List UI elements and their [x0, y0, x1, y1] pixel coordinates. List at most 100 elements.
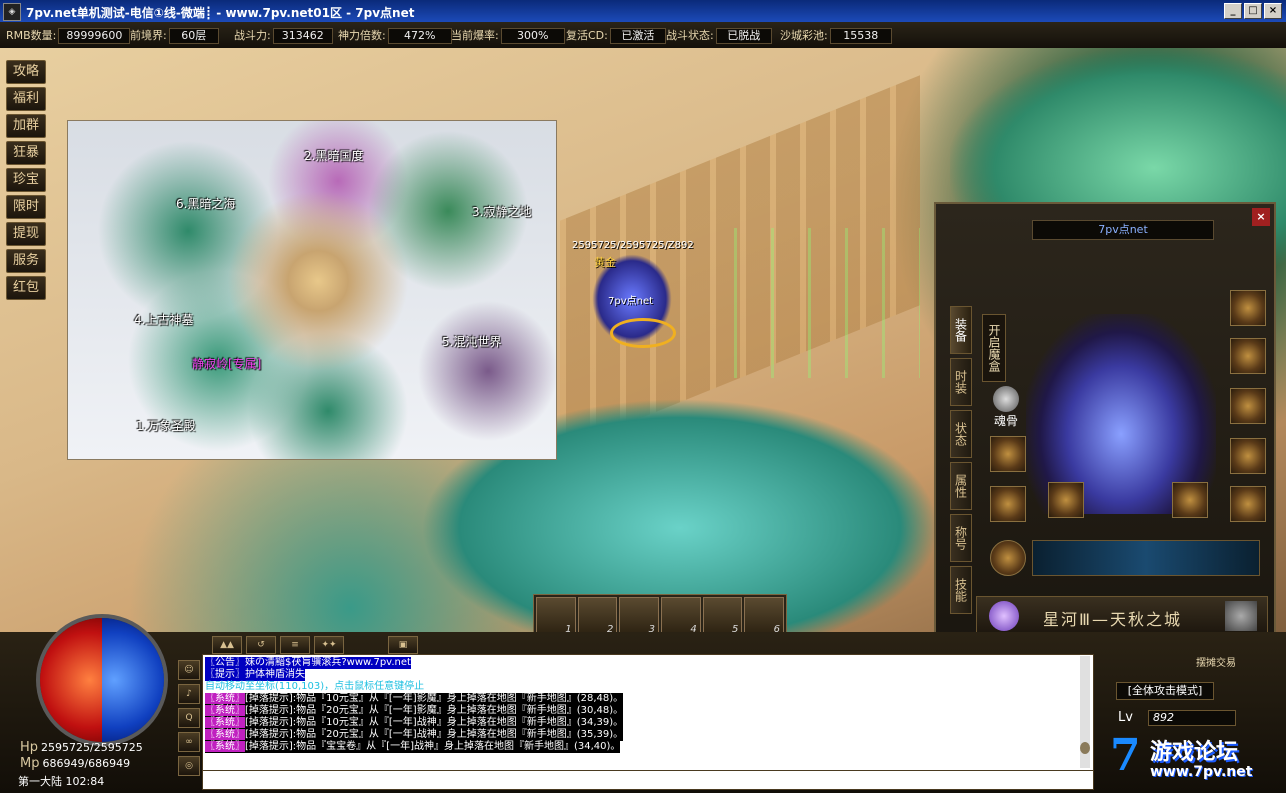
map-label-chaos-world[interactable]: 5.混沌世界 — [442, 333, 501, 350]
hero-hp-text: 2595725/2595725/Z892 — [572, 240, 694, 251]
chat-log[interactable]: 〖公告〗妹の清黯$茯肓骥滚兵?www.7pv.net 〖提示〗护体神盾消失 自动… — [202, 654, 1094, 772]
chat-scroll-thumb[interactable] — [1080, 742, 1090, 754]
target-icon[interactable]: ◎ — [178, 756, 200, 776]
side-guide-button[interactable]: 攻略 — [6, 60, 46, 84]
chat-input[interactable] — [202, 770, 1094, 790]
tab-attributes[interactable]: 属性 — [950, 462, 972, 510]
brand-seven: 7 — [1110, 730, 1141, 781]
chat-tab-refresh[interactable]: ↺ — [246, 636, 276, 654]
equip-slot-necklace[interactable] — [1230, 388, 1266, 424]
side-treasure-button[interactable]: 珍宝 — [6, 168, 46, 192]
side-withdraw-button[interactable]: 提现 — [6, 222, 46, 246]
orb-icon[interactable] — [989, 601, 1019, 631]
chat-line-move: 自动移动至坐标(110,103)，点击鼠标任意键停止 — [205, 681, 425, 692]
stat-combat-state: 战斗状态: 已脱战 — [666, 27, 772, 44]
side-service-button[interactable]: 服务 — [6, 249, 46, 273]
chest-icon[interactable] — [1225, 601, 1257, 631]
window-title: 7pv.net单机测试-电信①线-微端┋ - www.7pv.net01区 - … — [26, 6, 415, 20]
maximize-button[interactable]: □ — [1244, 3, 1262, 19]
side-welfare-button[interactable]: 福利 — [6, 87, 46, 111]
tab-titles[interactable]: 称号 — [950, 514, 972, 562]
equip-slot-boots[interactable] — [1172, 482, 1208, 518]
weapon-display[interactable] — [1032, 540, 1260, 576]
equip-slot-gem[interactable] — [990, 540, 1026, 576]
chat-line-system: 〖系统〗[掉落提示]:物品『10元宝』从『[一年]战神』身上掉落在地图『新手地图… — [205, 717, 624, 729]
chat-tab-group[interactable]: ✦✦ — [314, 636, 344, 654]
equip-slot-helmet[interactable] — [1230, 338, 1266, 374]
side-limited-button[interactable]: 限时 — [6, 195, 46, 219]
map-label-exclusive-ridge[interactable]: 静寂岭[专属] — [192, 355, 261, 372]
hotbar-slot[interactable]: 1 — [536, 597, 576, 637]
chat-tab-menu[interactable]: ≡ — [280, 636, 310, 654]
tab-equipment[interactable]: 装备 — [950, 306, 972, 354]
hotbar-slot[interactable]: 2 — [577, 597, 618, 637]
side-berserk-button[interactable]: 狂暴 — [6, 141, 46, 165]
chat-scrollbar[interactable] — [1080, 656, 1090, 768]
chat-line-notice: 〖公告〗妹の清黯$茯肓骥滚兵?www.7pv.net — [205, 657, 411, 669]
game-icon: ◈ — [3, 3, 21, 21]
stat-revive-cd: 复活CD: 已激活 — [566, 27, 666, 44]
mp-readout: Mp 686949/686949 — [20, 756, 131, 771]
map-label-ancient-tomb[interactable]: 4.上古神墓 — [134, 311, 193, 328]
window-titlebar: ◈ 7pv.net单机测试-电信①线-微端┋ - www.7pv.net01区 … — [0, 0, 1286, 22]
emote-icon[interactable]: ☺ — [178, 660, 200, 680]
equip-slot-belt[interactable] — [1048, 482, 1084, 518]
chat-line-system: 〖系统〗[掉落提示]:物品『20元宝』从『[一年]影魔』身上掉落在地图『新手地图… — [205, 705, 624, 717]
hp-readout: Hp 2595725/2595725 — [20, 740, 143, 755]
minimize-button[interactable]: _ — [1224, 3, 1242, 19]
stat-realm: 前境界: 60层 — [130, 27, 219, 44]
stat-drop-rate: 当前爆率: 300% — [451, 27, 565, 44]
brand-url: www.7pv.net — [1150, 764, 1253, 780]
stall-trade-button[interactable]: 摆摊交易 — [1196, 654, 1236, 669]
tab-skills[interactable]: 技能 — [950, 566, 972, 614]
location-readout: 第一大陆 102:84 — [18, 775, 105, 788]
hero-title: 黄金 — [594, 256, 616, 269]
chat-tab-all[interactable]: ▲▲ — [212, 636, 242, 654]
stat-castle-pool: 沙城彩池: 15538 — [780, 27, 892, 44]
tab-status[interactable]: 状态 — [950, 410, 972, 458]
stat-rmb: RMB数量: 89999600 — [6, 27, 131, 44]
player-character[interactable]: 2595725/2595725/Z892 黄金 7pv点net — [572, 240, 722, 360]
map-label-dark-sea[interactable]: 6.黑暗之海 — [176, 195, 235, 212]
chat-line-info: 〖提示〗护体神盾消失 — [205, 669, 305, 681]
hotbar-slot[interactable]: 5 — [702, 597, 743, 637]
stat-bar: RMB数量: 89999600 前境界: 60层 战斗力: 313462 神力倍数: 4… — [0, 22, 1286, 49]
equipment-panel: × 7pv点net 装备 时装 状态 属性 称号 技能 开启魔盒 魂骨 星河Ⅲ—… — [934, 202, 1276, 652]
hero-name: 7pv点net — [608, 296, 654, 307]
equip-slot-ring-right[interactable] — [1230, 486, 1266, 522]
light-rays-effect — [700, 228, 920, 378]
hp-orb-half — [40, 618, 102, 742]
soul-bone-slot[interactable]: 魂骨 — [988, 386, 1024, 430]
equipment-close-button[interactable]: × — [1252, 208, 1270, 226]
stat-power: 战斗力: 313462 — [234, 27, 333, 44]
map-label-silent-land[interactable]: 3.寂静之地 — [472, 203, 531, 220]
brand-name: 游戏论坛 — [1150, 740, 1239, 765]
hp-mp-orb — [10, 578, 180, 746]
equip-slot-ring-left[interactable] — [990, 486, 1026, 522]
open-magic-box-button[interactable]: 开启魔盒 — [982, 314, 1006, 382]
link-icon[interactable]: ∞ — [178, 732, 200, 752]
world-map[interactable]: 2.黑暗国度 6.黑暗之海 3.寂静之地 4.上古神墓 5.混沌世界 静寂岭[专… — [67, 120, 557, 460]
sound-icon[interactable]: ♪ — [178, 684, 200, 704]
side-redpacket-button[interactable]: 红包 — [6, 276, 46, 300]
hotbar-slot[interactable]: 6 — [744, 597, 785, 637]
map-label-temple[interactable]: 1.万象圣殿 — [136, 417, 195, 434]
chat-line-system: 〖系统〗[掉落提示]:物品『宝宝卷』从『[一年]战神』身上掉落在地图『新手地图』… — [205, 741, 621, 753]
close-window-button[interactable]: × — [1264, 3, 1282, 19]
stat-god-multiplier: 神力倍数: 472% — [338, 27, 452, 44]
qq-icon[interactable]: Q — [178, 708, 200, 728]
hotbar-slot[interactable]: 3 — [619, 597, 660, 637]
equipment-title: 7pv点net — [1032, 220, 1214, 240]
tab-fashion[interactable]: 时装 — [950, 358, 972, 406]
chat-tab-window[interactable]: ▣ — [388, 636, 418, 654]
zone-name: 星河Ⅲ—天秋之城 — [1043, 610, 1183, 629]
attack-mode-button[interactable]: [全体攻击模式] — [1116, 682, 1214, 700]
equip-slot-medal[interactable] — [1230, 290, 1266, 326]
equip-slot-bracelet-left[interactable] — [990, 436, 1026, 472]
mp-orb-half — [102, 618, 164, 742]
side-join-group-button[interactable]: 加群 — [6, 114, 46, 138]
level-label: Lv — [1118, 710, 1133, 725]
map-label-dark-kingdom[interactable]: 2.黑暗国度 — [304, 147, 363, 164]
hotbar-slot[interactable]: 4 — [661, 597, 701, 637]
equip-slot-bracelet-right[interactable] — [1230, 438, 1266, 474]
